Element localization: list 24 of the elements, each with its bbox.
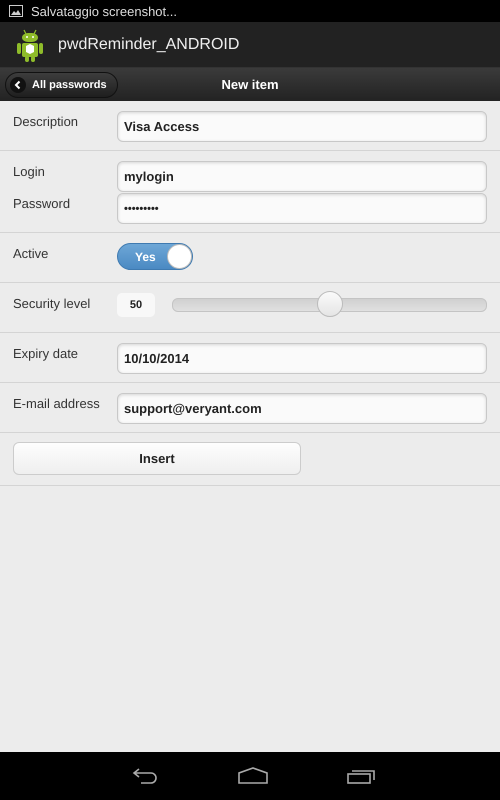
text-field[interactable]: support@veryant.com xyxy=(117,393,487,424)
page-title: New item xyxy=(221,77,279,92)
field-label: Security level xyxy=(13,295,92,311)
home-icon[interactable] xyxy=(237,767,269,785)
field-label: Active xyxy=(13,245,50,261)
field-label: Expiry date xyxy=(13,345,80,361)
text-field[interactable]: mylogin xyxy=(117,161,487,192)
slider-thumb[interactable] xyxy=(316,291,342,317)
field-label: Description xyxy=(13,113,80,129)
text-field[interactable]: 10/10/2014 xyxy=(117,343,487,374)
notification-text: Salvataggio screenshot... xyxy=(31,4,177,18)
insert-button[interactable]: Insert xyxy=(13,442,301,475)
back-button[interactable]: All passwords xyxy=(5,72,118,98)
field-label: E-mail address xyxy=(13,395,101,411)
field-label: Login xyxy=(13,163,46,179)
recent-apps-icon[interactable] xyxy=(347,767,377,785)
text-field[interactable]: Visa Access xyxy=(117,111,487,142)
field-label: Password xyxy=(13,195,72,211)
text-field[interactable]: ••••••••• xyxy=(117,193,487,224)
app-title: pwdReminder_ANDROID xyxy=(58,36,240,54)
slider-value: 50 xyxy=(117,293,155,317)
chevron-left-icon xyxy=(10,76,26,92)
back-icon[interactable] xyxy=(131,767,159,785)
image-icon xyxy=(9,5,23,17)
